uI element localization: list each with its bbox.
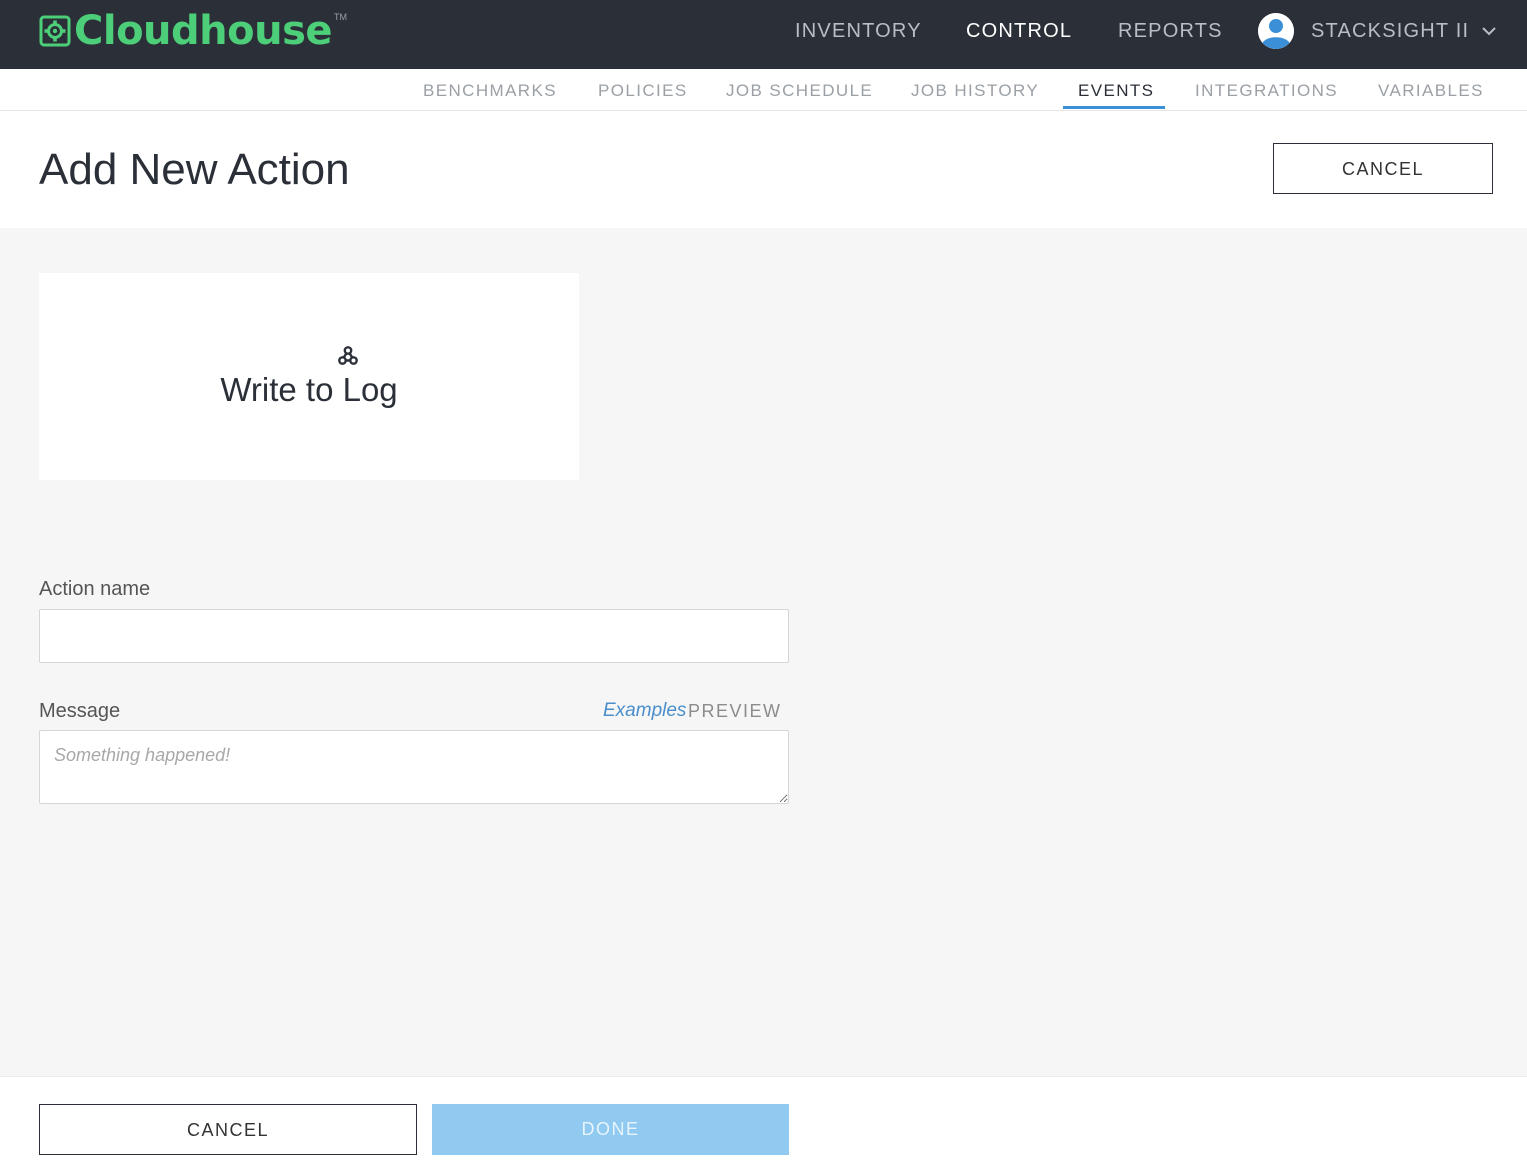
cloudhouse-logo[interactable]: Cloudhouse TM xyxy=(38,8,347,54)
sub-nav: BENCHMARKS POLICIES JOB SCHEDULE JOB HIS… xyxy=(0,69,1527,111)
nav-inventory[interactable]: INVENTORY xyxy=(795,20,922,43)
tab-events[interactable]: EVENTS xyxy=(1078,81,1154,101)
nav-reports[interactable]: REPORTS xyxy=(1118,20,1223,43)
user-name: STACKSIGHT II xyxy=(1311,19,1470,42)
action-name-label: Action name xyxy=(39,578,151,600)
tab-benchmarks[interactable]: BENCHMARKS xyxy=(423,81,557,101)
action-name-input[interactable] xyxy=(39,609,789,663)
header-cancel-button[interactable]: CANCEL xyxy=(1273,143,1493,194)
page-header: Add New Action CANCEL xyxy=(0,111,1527,228)
user-avatar-icon xyxy=(1258,13,1294,49)
action-type-card[interactable]: Write to Log xyxy=(39,273,579,480)
top-bar: Cloudhouse TM INVENTORY CONTROL REPORTS … xyxy=(0,0,1527,69)
page-title: Add New Action xyxy=(39,145,350,194)
chevron-down-icon[interactable] xyxy=(1481,23,1497,39)
gear-logo-icon xyxy=(39,15,71,47)
message-label: Message xyxy=(39,700,121,722)
brand-name: Cloudhouse xyxy=(74,8,333,54)
tab-integrations[interactable]: INTEGRATIONS xyxy=(1195,81,1338,101)
tab-job-history[interactable]: JOB HISTORY xyxy=(911,81,1039,101)
message-textarea[interactable] xyxy=(39,730,789,804)
trademark: TM xyxy=(334,12,348,22)
tab-variables[interactable]: VARIABLES xyxy=(1378,81,1484,101)
webhook-icon xyxy=(338,346,358,365)
tab-policies[interactable]: POLICIES xyxy=(598,81,688,101)
examples-link[interactable]: Examples xyxy=(603,700,686,722)
nav-control[interactable]: CONTROL xyxy=(966,20,1072,43)
action-type-label: Write to Log xyxy=(220,371,398,408)
done-button[interactable]: DONE xyxy=(432,1104,789,1155)
preview-link[interactable]: PREVIEW xyxy=(688,701,782,722)
user-menu[interactable]: STACKSIGHT II xyxy=(1258,12,1497,50)
footer-bar: CANCEL DONE xyxy=(0,1076,1527,1165)
tab-job-schedule[interactable]: JOB SCHEDULE xyxy=(726,81,873,101)
footer-cancel-button[interactable]: CANCEL xyxy=(39,1104,417,1155)
active-tab-indicator xyxy=(1063,106,1165,109)
